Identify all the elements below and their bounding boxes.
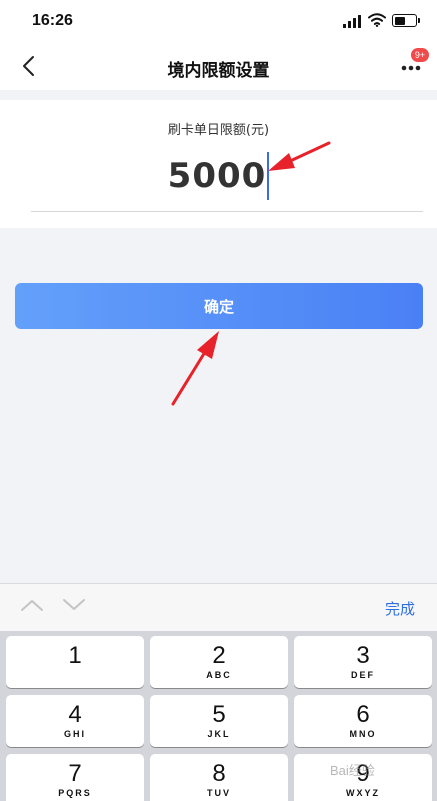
key-letters: PQRS bbox=[58, 788, 92, 798]
key-digit: 4 bbox=[68, 701, 82, 728]
key-7[interactable]: 7 PQRS bbox=[6, 754, 144, 801]
keyboard-done-button[interactable]: 完成 bbox=[385, 598, 415, 619]
amount-input[interactable]: 5000 bbox=[0, 152, 437, 200]
key-digit: 8 bbox=[212, 760, 226, 787]
limit-label: 刷卡单日限额(元) bbox=[167, 123, 270, 138]
keyboard-toolbar: 完成 bbox=[0, 583, 437, 631]
wifi-icon bbox=[368, 13, 386, 27]
key-digit: 1 bbox=[68, 642, 82, 669]
battery-level bbox=[394, 16, 405, 25]
notification-badge: 9+ bbox=[411, 48, 429, 62]
limit-card: 刷卡单日限额(元) 5000 bbox=[0, 100, 437, 228]
key-letters: ABC bbox=[206, 670, 232, 680]
amount-value: 5000 bbox=[167, 156, 267, 196]
key-digit: 2 bbox=[212, 642, 226, 669]
status-time: 16:26 bbox=[32, 12, 73, 29]
key-letters: WXYZ bbox=[346, 788, 380, 798]
page-title: 境内限额设置 bbox=[167, 61, 270, 81]
key-digit: 7 bbox=[68, 760, 82, 787]
key-letters: GHI bbox=[63, 729, 86, 739]
input-underline bbox=[31, 211, 423, 212]
key-letters: TUV bbox=[207, 788, 231, 798]
key-digit: 5 bbox=[212, 701, 226, 728]
arrow-to-confirm-icon bbox=[171, 331, 219, 406]
key-letters: MNO bbox=[349, 729, 377, 739]
next-field-chevron-down-icon[interactable] bbox=[62, 598, 86, 612]
confirm-button[interactable]: 确定 bbox=[15, 283, 423, 329]
key-6[interactable]: 6 MNO bbox=[294, 695, 432, 747]
key-letters: DEF bbox=[351, 670, 375, 680]
key-4[interactable]: 4 GHI bbox=[6, 695, 144, 747]
previous-field-chevron-up-icon[interactable] bbox=[20, 598, 44, 612]
key-8[interactable]: 8 TUV bbox=[150, 754, 288, 801]
battery-icon bbox=[392, 14, 420, 27]
watermark: Bai经验 bbox=[330, 763, 375, 778]
status-bar: 16:26 bbox=[0, 0, 437, 44]
key-letters: JKL bbox=[207, 729, 231, 739]
key-5[interactable]: 5 JKL bbox=[150, 695, 288, 747]
nav-bar: 境内限额设置 9+ bbox=[0, 44, 437, 90]
text-caret bbox=[267, 152, 270, 200]
key-digit: 6 bbox=[356, 701, 370, 728]
key-1[interactable]: 1 bbox=[6, 636, 144, 688]
key-2[interactable]: 2 ABC bbox=[150, 636, 288, 688]
key-3[interactable]: 3 DEF bbox=[294, 636, 432, 688]
cellular-signal-icon bbox=[343, 15, 361, 28]
key-digit: 3 bbox=[356, 642, 370, 669]
